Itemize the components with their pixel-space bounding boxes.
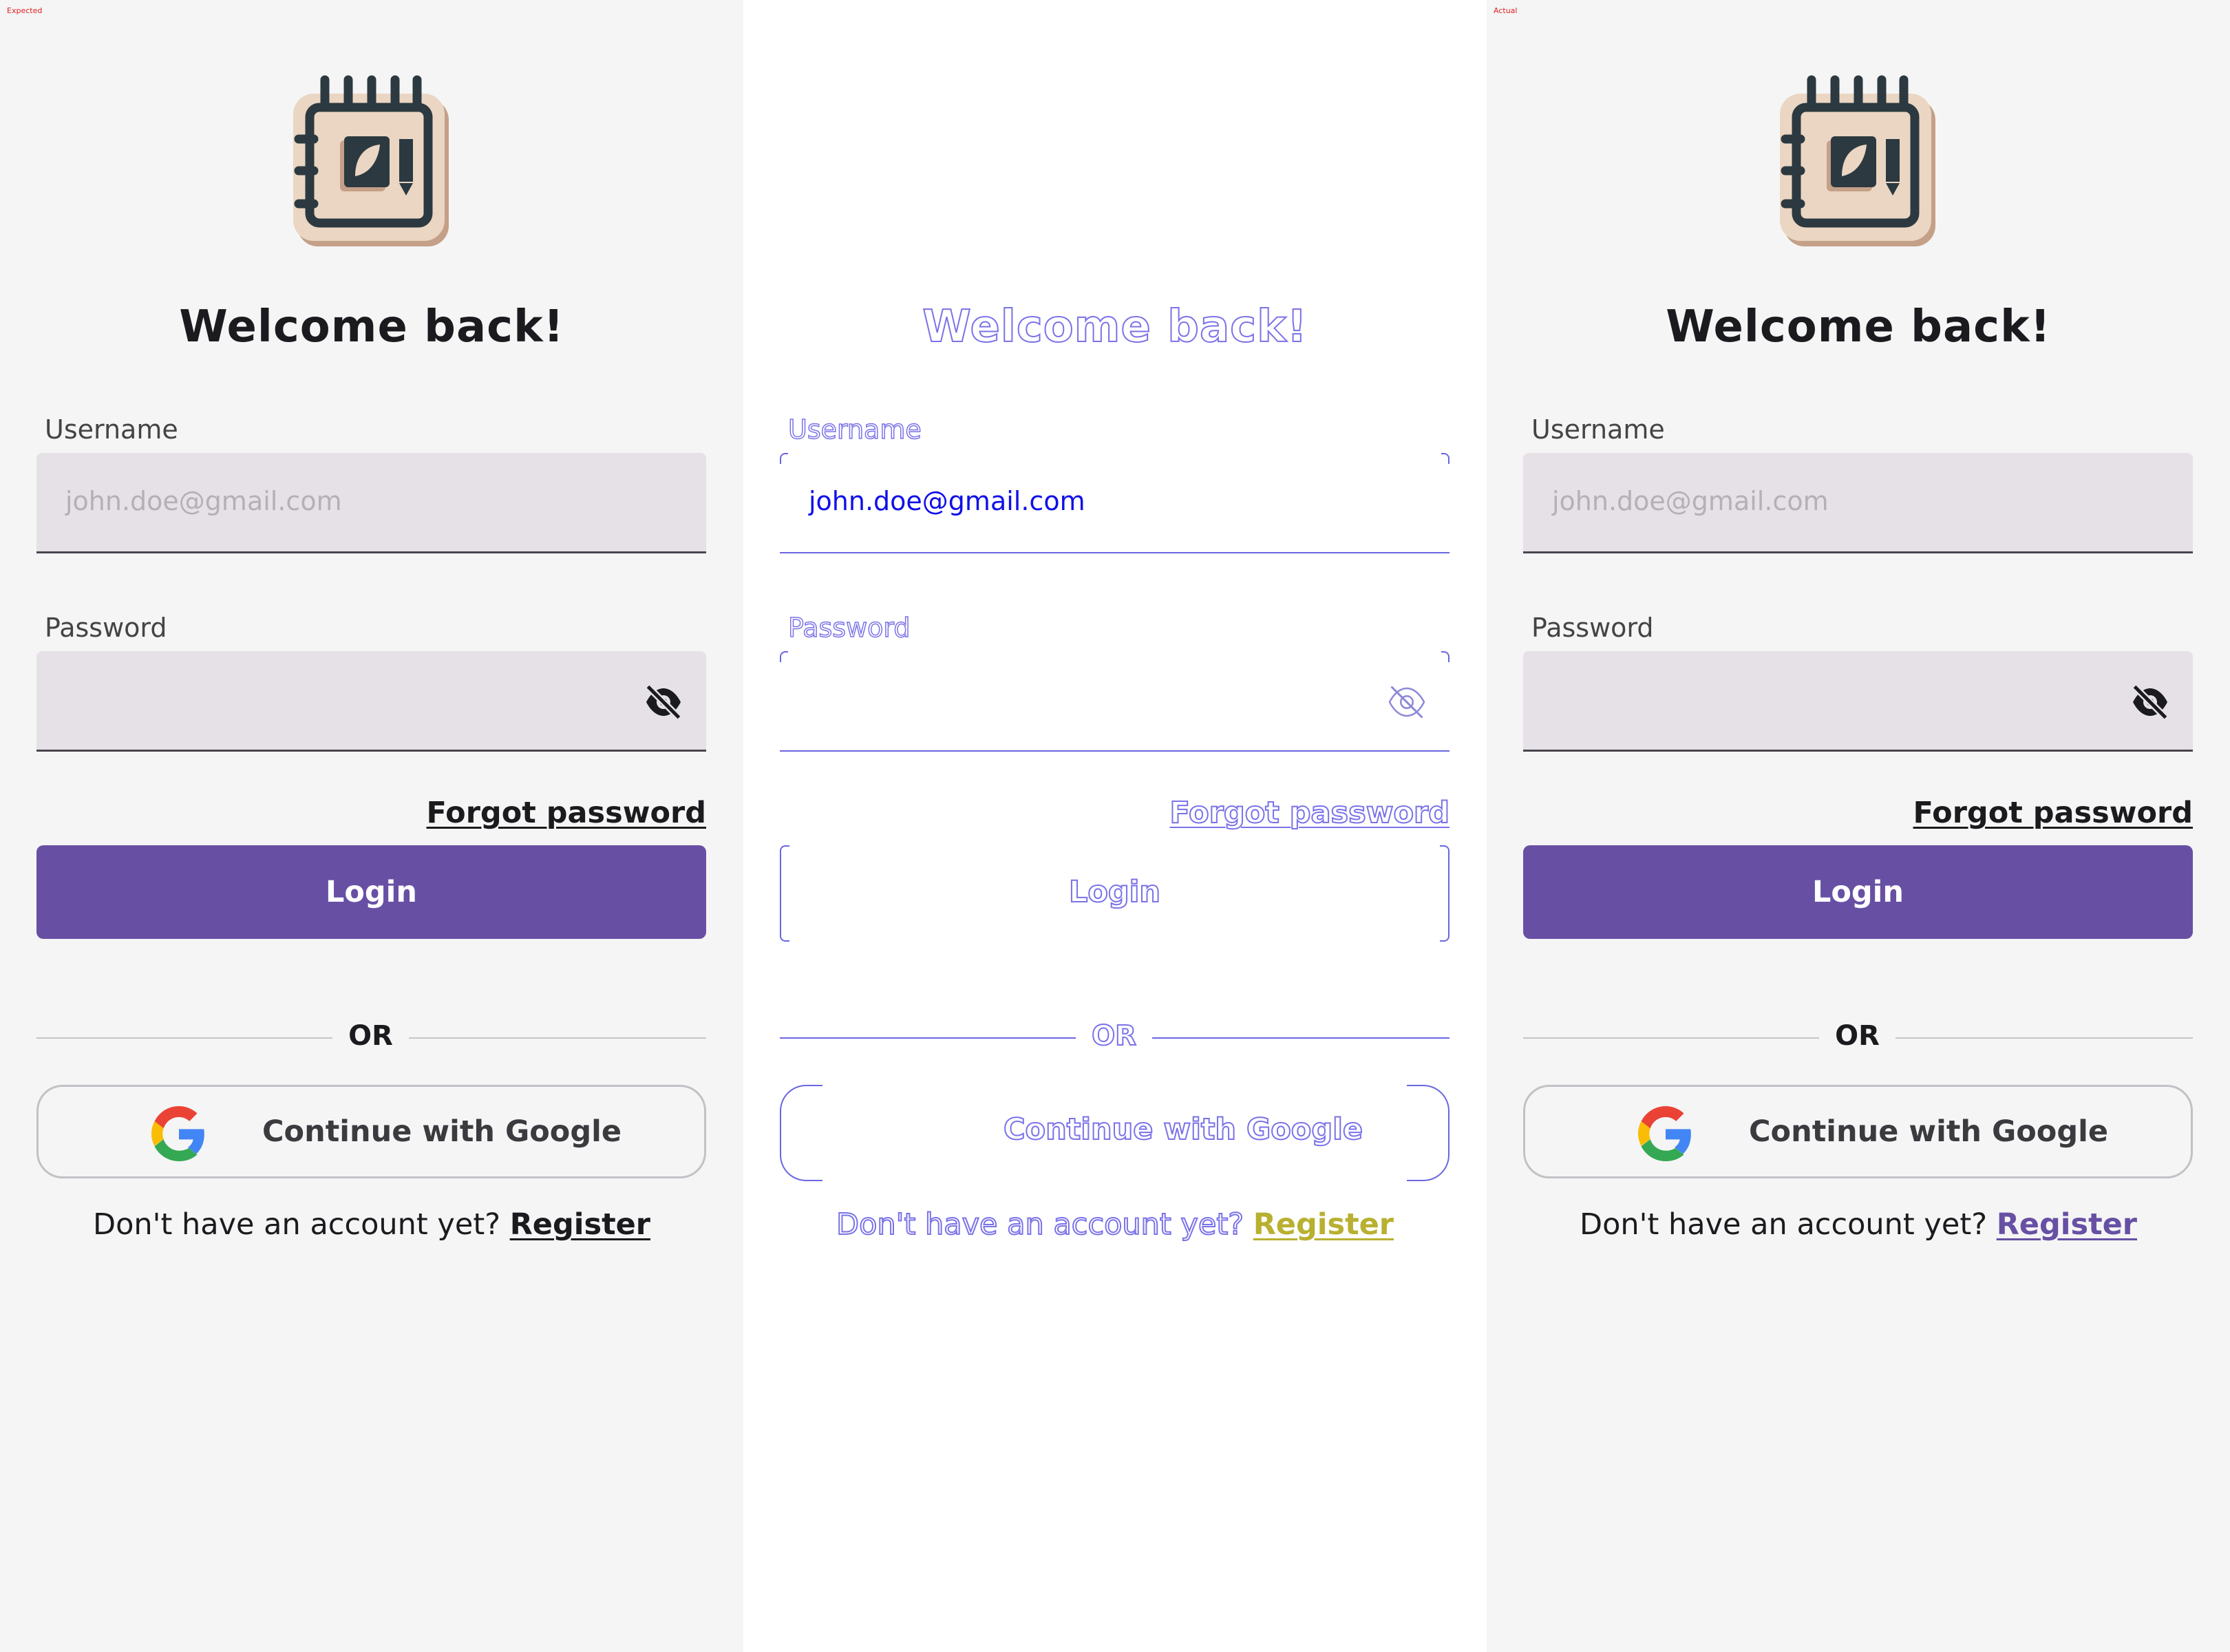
divider-left	[1523, 1037, 1819, 1039]
login-button[interactable]: Login	[1523, 845, 2193, 939]
divider-or: OR	[348, 1020, 393, 1052]
username-placeholder: john.doe@gmail.com	[65, 486, 342, 516]
expected-label: Expected	[7, 6, 43, 15]
register-link[interactable]: Register	[1997, 1207, 2137, 1242]
eye-off-icon[interactable]	[643, 681, 684, 723]
diff-panel: Welcome back! Username john.doe@gmail.co…	[743, 0, 1487, 1652]
actual-panel: Actual Welcome back! Username john.doe@g…	[1487, 0, 2230, 1652]
diff-page-title: Welcome back!	[922, 301, 1308, 353]
diff-google-button-label: Continue with Google	[1003, 1112, 1363, 1147]
diff-divider-or: OR	[1091, 1019, 1137, 1052]
diff-register-link[interactable]: Register	[1253, 1207, 1394, 1242]
login-button[interactable]: Login	[36, 845, 706, 939]
register-link[interactable]: Register	[510, 1207, 650, 1242]
register-row: Don't have an account yet? Register	[1487, 1207, 2230, 1242]
divider-or: OR	[1835, 1020, 1880, 1052]
diff-password-input[interactable]	[780, 651, 1450, 752]
username-input[interactable]: john.doe@gmail.com	[36, 453, 706, 553]
divider-right	[1895, 1037, 2193, 1039]
diff-register-prompt: Don't have an account yet?	[836, 1207, 1253, 1242]
google-g-icon	[1638, 1106, 1691, 1161]
diff-divider-left	[780, 1037, 1076, 1039]
google-g-icon	[151, 1106, 204, 1161]
divider-right	[409, 1037, 706, 1039]
diff-eye-off-icon[interactable]	[1386, 681, 1427, 723]
diff-username-label: Username	[787, 414, 922, 445]
register-prompt: Don't have an account yet?	[92, 1207, 510, 1242]
page-title: Welcome back!	[179, 301, 564, 352]
actual-label: Actual	[1494, 6, 1518, 15]
forgot-password-link[interactable]: Forgot password	[427, 796, 706, 830]
expected-panel: Expected Welcome back! Username john.doe…	[0, 0, 743, 1652]
password-label: Password	[45, 613, 167, 643]
diff-google-signin-button[interactable]: Continue with Google	[780, 1085, 1450, 1181]
diff-login-button[interactable]: Login	[780, 845, 1450, 942]
google-button-label: Continue with Google	[262, 1114, 622, 1149]
diff-forgot-password-link[interactable]: Forgot password	[1169, 795, 1450, 831]
google-signin-button[interactable]: Continue with Google	[1523, 1085, 2193, 1178]
password-input[interactable]	[36, 651, 706, 752]
divider-left	[36, 1037, 332, 1039]
notebook-pencil-icon	[293, 75, 449, 246]
username-placeholder: john.doe@gmail.com	[1552, 486, 1829, 516]
username-input[interactable]: john.doe@gmail.com	[1523, 453, 2193, 553]
notebook-pencil-icon	[1780, 75, 1935, 246]
register-row: Don't have an account yet? Register	[0, 1207, 743, 1242]
google-signin-button[interactable]: Continue with Google	[36, 1085, 706, 1178]
password-input[interactable]	[1523, 651, 2193, 752]
diff-username-value: john.doe@gmail.com	[809, 486, 1085, 516]
page-title: Welcome back!	[1666, 301, 2051, 352]
diff-username-input[interactable]: john.doe@gmail.com	[780, 453, 1450, 553]
diff-password-label: Password	[787, 612, 911, 644]
diff-divider-right	[1152, 1037, 1450, 1039]
register-prompt: Don't have an account yet?	[1579, 1207, 1997, 1242]
password-label: Password	[1531, 613, 1654, 643]
diff-register-row: Don't have an account yet? Register	[743, 1207, 1487, 1242]
username-label: Username	[45, 414, 178, 445]
forgot-password-link[interactable]: Forgot password	[1913, 796, 2193, 830]
comparison-root: Expected Welcome back! Username john.doe…	[0, 0, 2230, 1652]
google-button-label: Continue with Google	[1749, 1114, 2109, 1149]
username-label: Username	[1531, 414, 1665, 445]
eye-off-icon[interactable]	[2130, 681, 2171, 723]
